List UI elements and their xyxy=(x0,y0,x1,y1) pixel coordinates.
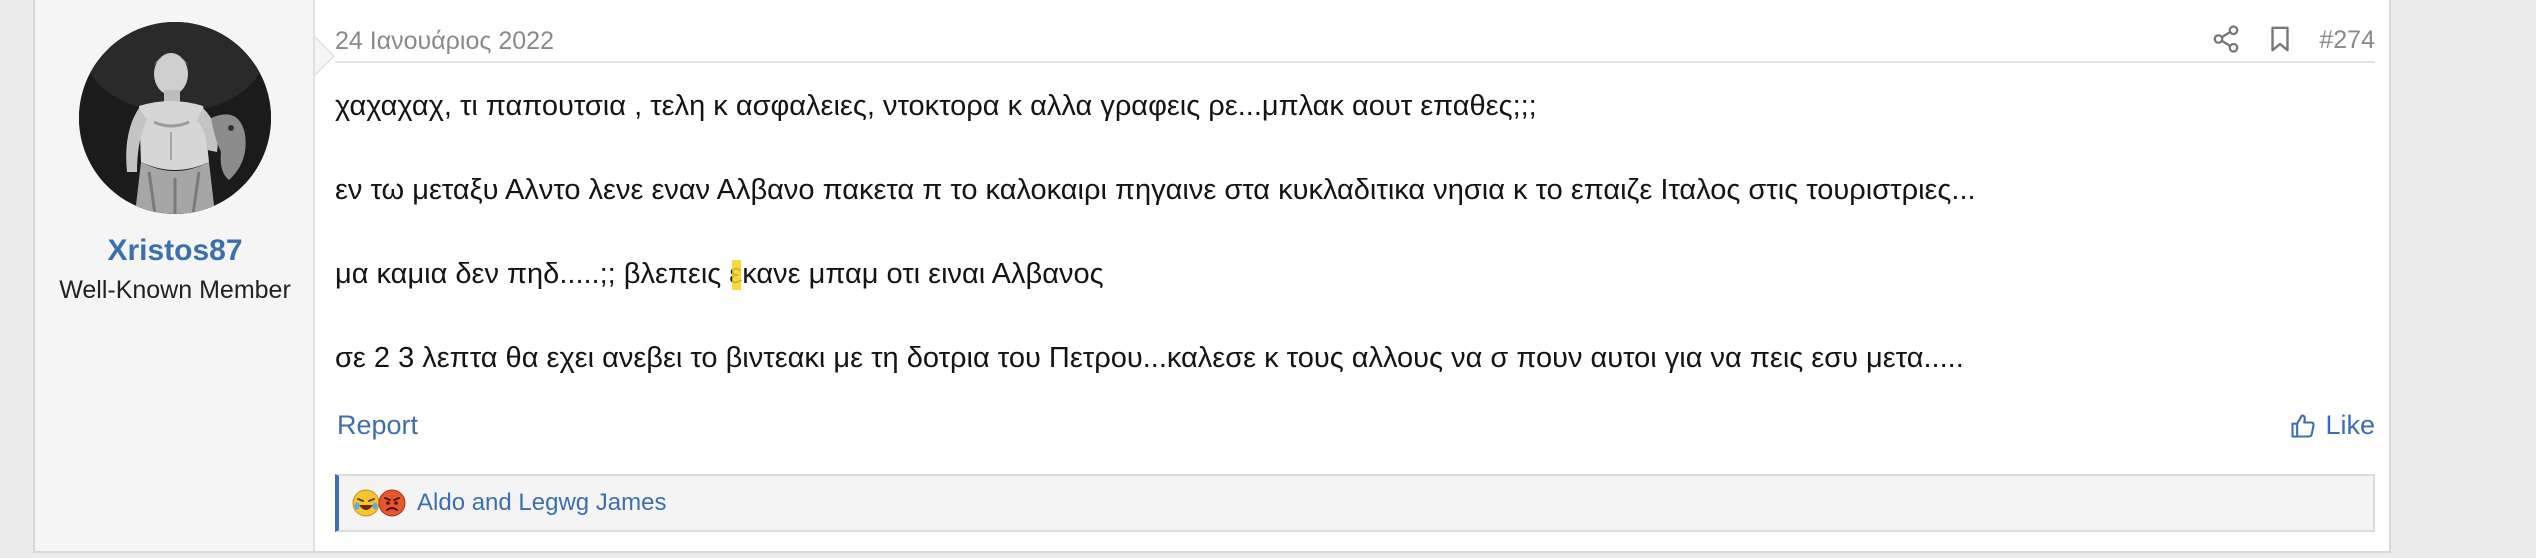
reactions-summary-link[interactable]: Aldo and Legwg James xyxy=(417,489,667,517)
like-label: Like xyxy=(2325,410,2375,440)
post-number-link[interactable]: #274 xyxy=(2319,26,2375,55)
sidebar-arrow xyxy=(315,38,333,74)
user-sidebar: Xristos87 Well-Known Member xyxy=(35,0,335,551)
post-date[interactable]: 24 Ιανουάριος 2022 xyxy=(335,27,554,56)
post-message-body: χαχαχαχ, τι παπουτσια , τελη κ ασφαλειες… xyxy=(335,86,2375,422)
like-button[interactable]: Like xyxy=(2289,410,2375,441)
thumbs-up-icon xyxy=(2291,413,2316,438)
author-username[interactable]: Xristos87 xyxy=(35,234,315,268)
avatar[interactable] xyxy=(79,22,271,214)
reactions-bar[interactable]: Aldo and Legwg James xyxy=(335,474,2375,532)
text-cursor-highlight xyxy=(732,260,742,290)
message-line: χαχαχαχ, τι παπουτσια , τελη κ ασφαλειες… xyxy=(335,90,1537,122)
message-line: εν τω μεταξυ Αλντο λενε εναν Αλβανο πακε… xyxy=(335,174,1976,206)
bookmark-icon[interactable] xyxy=(2265,24,2295,54)
share-icon[interactable] xyxy=(2211,24,2241,54)
author-user-title: Well-Known Member xyxy=(59,276,291,304)
forum-post: Xristos87 Well-Known Member 24 Ιανουάριο… xyxy=(33,0,2391,553)
post-header: 24 Ιανουάριος 2022 #274 xyxy=(335,0,2375,63)
angry-emoji-icon xyxy=(378,489,406,517)
message-line: σε 2 3 λεπτα θα εχει ανεβει το βιντεακι … xyxy=(335,342,1964,374)
message-line: μα καμια δεν πηδ.....;; βλεπεις εκανε μπ… xyxy=(335,254,2375,338)
post-main: 24 Ιανουάριος 2022 #274 χαχαχαχ, τι παπο… xyxy=(335,0,2375,551)
avatar-statue-image xyxy=(79,22,271,214)
report-link[interactable]: Report xyxy=(337,410,418,441)
message-text-part: κανε μπαμ οτι ειναι Αλβανος xyxy=(742,258,1104,290)
message-text-part: μα καμια δεν πηδ.....;; βλεπεις ε xyxy=(335,258,743,290)
